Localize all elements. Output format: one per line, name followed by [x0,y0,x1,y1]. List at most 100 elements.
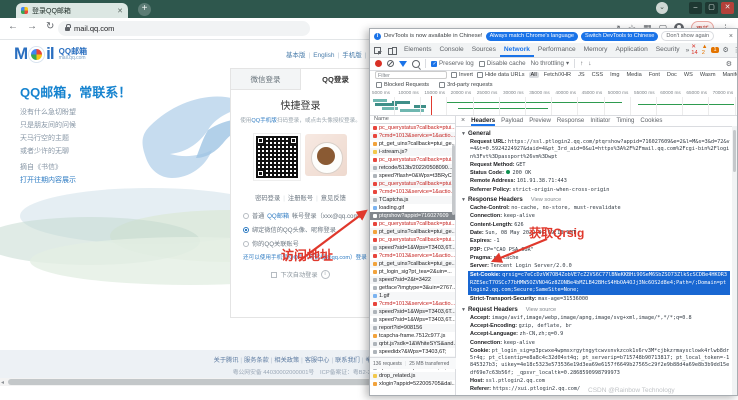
request-row[interactable]: speed?sid=1&Wps=T3403,6T... [370,244,455,252]
back-icon[interactable]: ← [8,21,18,32]
view-source-link[interactable]: View source [531,197,561,203]
request-list-header[interactable]: Name [370,115,455,124]
dont-show-again-button[interactable]: Don't show again [661,31,715,41]
filter-pill[interactable]: Media [624,72,643,78]
network-overview-timeline[interactable]: 5000 ms 10000 ms 15000 ms 20000 ms 25000 ms 3… [370,89,737,116]
detail-scrollbar[interactable] [732,126,737,395]
scroll-left-icon[interactable]: ◂ [1,379,4,386]
device-toolbar-icon[interactable] [388,46,397,55]
filter-pill[interactable]: All [528,72,539,78]
devtools-tab-elements[interactable]: Elements [400,43,436,57]
third-party-checkbox[interactable]: 3rd-party requests [439,81,493,88]
detail-tab-initiator[interactable]: Initiator [590,115,610,126]
request-row[interactable]: pt_login_sig?pt_tea=2&uin=... [370,268,455,276]
infobar-close-icon[interactable]: × [729,33,733,40]
request-row[interactable]: pc_querystatus?callback=ptui... [370,220,455,228]
padlock-icon[interactable] [65,23,71,31]
request-row[interactable]: ?cmd=1013&service=1&actio... [370,132,455,140]
radio-icon[interactable] [243,226,249,233]
disable-cache-toggle[interactable]: Disable cache [478,60,526,67]
login-note-link[interactable]: 还可以使用手机号/QQ号（带后缀@qq.com）登录 [243,253,370,261]
filter-pill[interactable]: Wasm [698,72,718,78]
request-row[interactable]: pc_querystatus?callback=ptui... [370,180,455,188]
error-count-badge[interactable]: ✕ 14 [691,44,697,56]
new-tab-button[interactable]: + [138,3,151,16]
minimize-button[interactable]: – [689,2,702,14]
more-tabs-icon[interactable]: » [684,47,692,54]
devtools-settings-icon[interactable]: ⚙ [723,46,729,54]
request-row[interactable]: i-stream.js? [370,148,455,156]
footer-link[interactable]: 服务条款 [244,357,269,364]
clear-icon[interactable] [387,60,394,67]
footer-link[interactable]: 关于腾讯 [214,357,239,364]
detail-tab-response[interactable]: Response [557,115,584,126]
login-tab-wechat[interactable]: 微信登录 [231,69,300,90]
preserve-log-toggle[interactable]: Preserve log [431,60,474,67]
request-row[interactable]: report?id=908156 [370,324,455,332]
request-row[interactable]: drop_related.js [370,372,455,380]
devtools-tab-console[interactable]: Console [436,43,468,57]
request-row[interactable]: speed?flash=0&Wps=t3BRyCb... [370,172,455,180]
browser-tab[interactable]: 登录QQ邮箱 ✕ [16,3,128,18]
poem-more-link[interactable]: 打开往期内容展示 [20,175,76,185]
request-row[interactable]: ptqrshow?appid=716027609 [370,212,455,220]
request-list-scrollbar[interactable] [452,145,455,215]
profile-chevron-icon[interactable]: ⌄ [656,2,668,14]
request-row[interactable]: loading.gif [370,204,455,212]
export-har-icon[interactable]: ↓ [588,60,591,67]
filter-pill[interactable]: Doc [665,72,679,78]
switch-chinese-button[interactable]: Switch DevTools to Chinese [580,31,659,41]
filter-pill[interactable]: Img [608,72,621,78]
login-tab-qq[interactable]: QQ登录 [300,69,370,90]
match-language-button[interactable]: Always match Chrome's language [485,31,578,41]
devtools-tab-network[interactable]: Network [499,43,534,57]
request-row[interactable]: 1.gif [370,292,455,300]
info-icon[interactable]: i [320,270,330,279]
general-section-header[interactable]: ▼ General [461,130,730,137]
detail-tab-payload[interactable]: Payload [501,115,523,126]
response-headers-section-header[interactable]: ▼ Response Headers View source [461,196,730,203]
invert-checkbox[interactable]: Invert [451,72,473,78]
filter-pill[interactable]: Fetch/XHR [542,72,573,78]
view-source-link[interactable]: View source [526,307,556,313]
request-row[interactable]: speed?sid=1&Wps=T3403,6T... [370,316,455,324]
request-row[interactable]: pc_querystatus?callback=ptui... [370,236,455,244]
search-icon[interactable] [412,59,420,68]
inspect-element-icon[interactable] [373,46,382,55]
filter-pill[interactable]: Font [647,72,662,78]
request-row[interactable]: pt_get_uins?callback=ptui_ge... [370,140,455,148]
forward-icon[interactable]: → [27,21,37,32]
qqmail-logo[interactable]: M il QQ邮箱 mail.qq.com [14,44,87,64]
filter-input[interactable]: Filter [375,71,447,79]
reload-icon[interactable]: ↻ [46,21,54,32]
footer-link[interactable]: 联系我们 [335,357,360,364]
devtools-menu-icon[interactable]: ⋮ [733,46,738,54]
detail-tab-preview[interactable]: Preview [529,115,551,126]
devtools-tab-performance[interactable]: Performance [534,43,580,57]
login-option[interactable]: 普通 QQ邮箱 帐号登录（xxx@qq.com）： [243,211,370,220]
request-row[interactable]: TCaptcha.js [370,196,455,204]
detail-tab-cookies[interactable]: Cookies [640,115,662,126]
close-button[interactable]: ✕ [721,2,734,14]
filter-pill[interactable]: WS [682,72,695,78]
detail-tab-headers[interactable]: Headers [471,115,496,126]
request-row[interactable]: pc_querystatus?callback=ptui... [370,124,455,132]
request-row[interactable]: qrbt.js?sdk=1&WhiteSYS&and... [370,340,455,348]
devtools-tab-application[interactable]: Application [611,43,651,57]
blocked-requests-checkbox[interactable]: Blocked Requests [376,81,429,88]
address-bar[interactable]: mail.qq.com [58,21,310,36]
login-option[interactable]: 绑定微信的QQ头像、昵称登录 [243,225,370,234]
request-row[interactable]: ?cmd=1013&service=1&actio... [370,300,455,308]
devtools-tab-sources[interactable]: Sources [468,43,500,57]
issues-badge[interactable]: 1 [711,47,719,53]
request-row[interactable]: getface?imgtype=3&uin=2767... [370,284,455,292]
request-row[interactable]: speed?sid=2&t=3422 [370,276,455,284]
radio-icon[interactable] [243,212,249,219]
request-row[interactable]: pt_get_uins?callback=ptui_ge... [370,228,455,236]
detail-close-icon[interactable]: × [461,117,465,124]
request-row[interactable]: speedidx?&Wps=T3403,6T; [370,348,455,356]
filter-funnel-icon[interactable] [399,60,407,67]
request-row[interactable]: tcapcha-frame.7512c977.js [370,332,455,340]
footer-link[interactable]: 客服中心 [305,357,330,364]
nav-link[interactable]: 手机版 [342,52,362,59]
